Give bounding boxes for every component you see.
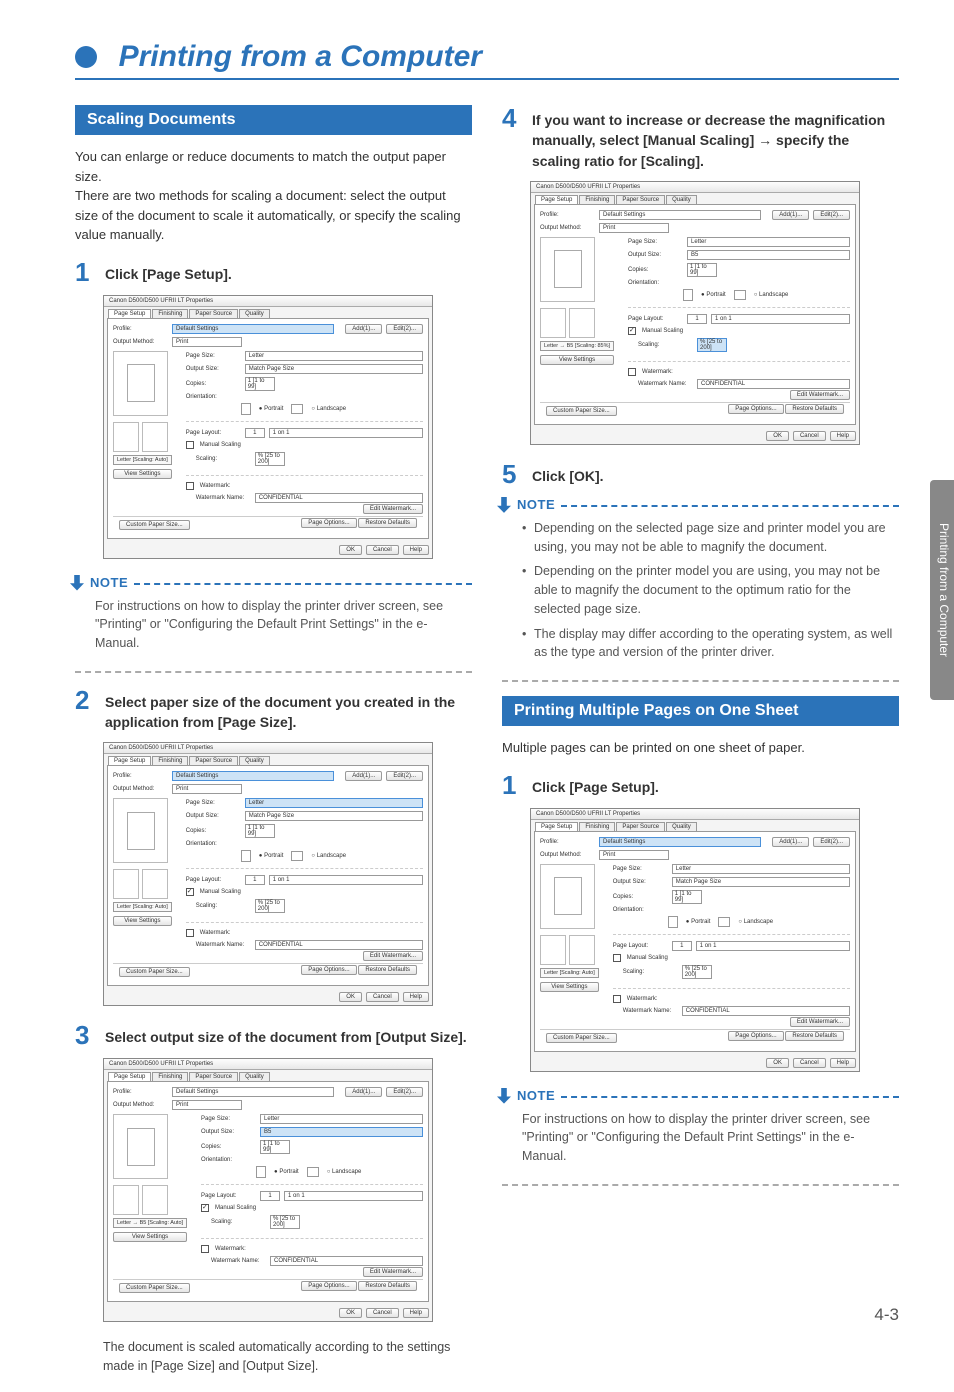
output-method-select[interactable]: Print	[172, 337, 242, 347]
manual-scaling-label: Manual Scaling	[200, 442, 241, 448]
page-preview	[113, 351, 168, 416]
note-body: For instructions on how to display the p…	[522, 1110, 894, 1166]
restore-defaults-button[interactable]: Restore Defaults	[358, 518, 417, 528]
step-number: 1	[502, 772, 522, 798]
step-5: 5 Click [OK].	[502, 461, 899, 487]
page-layout-label: Page Layout:	[186, 430, 241, 436]
ok-button[interactable]: OK	[339, 545, 362, 555]
step-2: 2 Select paper size of the document you …	[75, 687, 472, 733]
tab-page-setup[interactable]: Page Setup	[108, 309, 151, 318]
step-text: If you want to increase or decrease the …	[532, 105, 899, 171]
watermark-select[interactable]: CONFIDENTIAL	[255, 493, 423, 503]
cancel-button[interactable]: Cancel	[366, 545, 399, 555]
page-size-select-highlighted[interactable]: Letter	[245, 798, 423, 808]
page-number: 4-3	[874, 1305, 899, 1325]
note-label: NOTE	[90, 575, 128, 590]
step-number: 5	[502, 461, 522, 487]
scaling-spinner-highlighted[interactable]: % [25 to 200]	[697, 338, 727, 352]
preview-thumb	[142, 422, 168, 452]
note-bullet: Depending on the printer model you are u…	[522, 562, 894, 618]
watermark-name-label: Watermark Name:	[196, 495, 251, 501]
view-settings-button[interactable]: View Settings	[113, 469, 172, 479]
step-number: 3	[75, 1022, 95, 1048]
note-block-3: NOTE For instructions on how to display …	[502, 1088, 899, 1166]
note-body-bullets: Depending on the selected page size and …	[522, 519, 894, 662]
output-size-select-highlighted[interactable]: B5	[260, 1127, 423, 1137]
portrait-radio[interactable]: ● Portrait	[259, 406, 284, 412]
page-options-button[interactable]: Page Options...	[301, 518, 356, 528]
header-title: Printing from a Computer	[119, 40, 482, 74]
profile-label: Profile:	[113, 326, 168, 332]
watermark-checkbox[interactable]	[186, 482, 194, 490]
preview-thumb	[113, 422, 139, 452]
step-number: 1	[75, 259, 95, 285]
profile-select[interactable]: Default Settings	[172, 324, 334, 334]
copies-spinner[interactable]: 1 [1 to 99]	[245, 377, 275, 391]
scaling-status: Letter [Scaling: Auto]	[113, 455, 172, 465]
watermark-label: Watermark:	[200, 483, 231, 489]
copies-label: Copies:	[186, 381, 241, 387]
note-arrow-icon	[497, 1088, 511, 1104]
side-tab: Printing from a Computer	[930, 480, 954, 700]
note-label: NOTE	[517, 497, 555, 512]
print-dialog-4: Canon D500/D500 UFRII LT Properties Page…	[530, 181, 860, 445]
print-dialog-3: Canon D500/D500 UFRII LT Properties Page…	[103, 1058, 433, 1322]
print-dialog-5: Canon D500/D500 UFRII LT Properties Page…	[530, 808, 860, 1072]
note-bullet: Depending on the selected page size and …	[522, 519, 894, 557]
scaling-intro: You can enlarge or reduce documents to m…	[75, 147, 472, 245]
manual-scaling-checkbox[interactable]	[186, 441, 194, 449]
scaling-label: Scaling:	[196, 456, 251, 462]
tab-quality[interactable]: Quality	[239, 309, 270, 318]
landscape-icon	[291, 404, 303, 414]
manual-scaling-checkbox-checked[interactable]	[628, 327, 636, 335]
note-block-2: NOTE Depending on the selected page size…	[502, 497, 899, 662]
print-dialog-1: Canon D500/D500 UFRII LT Properties Page…	[103, 295, 433, 559]
step-number: 2	[75, 687, 95, 713]
output-method-label: Output Method:	[113, 339, 168, 345]
custom-paper-button[interactable]: Custom Paper Size...	[119, 520, 190, 530]
add-button[interactable]: Add(1)...	[345, 324, 382, 334]
step-text: Select output size of the document from …	[105, 1022, 467, 1047]
step-text: Select paper size of the document you cr…	[105, 687, 472, 733]
header-bullet-icon	[75, 46, 97, 68]
scaling-spinner[interactable]: % [25 to 200]	[255, 452, 285, 466]
landscape-radio[interactable]: ○ Landscape	[311, 406, 346, 412]
step-text: Click [OK].	[532, 461, 604, 486]
note-body: For instructions on how to display the p…	[95, 597, 467, 653]
orientation-label: Orientation:	[186, 394, 241, 400]
page-layout-select[interactable]: 1 on 1	[269, 428, 423, 438]
note-arrow-icon	[70, 575, 84, 591]
section-multi-pages-title: Printing Multiple Pages on One Sheet	[502, 696, 899, 726]
multi-pages-intro: Multiple pages can be printed on one she…	[502, 738, 899, 758]
arrow-icon: →	[758, 132, 772, 148]
step-1: 1 Click [Page Setup].	[75, 259, 472, 285]
step-1b: 1 Click [Page Setup].	[502, 772, 899, 798]
section-scaling-title: Scaling Documents	[75, 105, 472, 135]
edit-watermark-button[interactable]: Edit Watermark...	[363, 504, 423, 514]
page-size-select[interactable]: Letter	[245, 351, 423, 361]
output-size-select[interactable]: Match Page Size	[245, 364, 423, 374]
note-bullet: The display may differ according to the …	[522, 625, 894, 663]
output-size-label: Output Size:	[186, 366, 241, 372]
step-3: 3 Select output size of the document fro…	[75, 1022, 472, 1048]
header-underline	[75, 78, 899, 80]
portrait-icon	[241, 403, 251, 415]
step-text: Click [Page Setup].	[105, 259, 232, 284]
note-label: NOTE	[517, 1088, 555, 1103]
help-button[interactable]: Help	[403, 545, 429, 555]
dialog-tabs: Page Setup Finishing Paper Source Qualit…	[104, 307, 432, 318]
print-dialog-2: Canon D500/D500 UFRII LT Properties Page…	[103, 742, 433, 1006]
tab-paper-source[interactable]: Paper Source	[189, 309, 238, 318]
step3-subnote: The document is scaled automatically acc…	[103, 1338, 472, 1376]
note-block-1: NOTE For instructions on how to display …	[75, 575, 472, 653]
edit-button[interactable]: Edit(2)...	[386, 324, 423, 334]
step-text: Click [Page Setup].	[532, 772, 659, 797]
step-4: 4 If you want to increase or decrease th…	[502, 105, 899, 171]
dialog-title: Canon D500/D500 UFRII LT Properties	[104, 296, 432, 307]
page-size-label: Page Size:	[186, 353, 241, 359]
page-header: Printing from a Computer	[75, 40, 899, 80]
step-number: 4	[502, 105, 522, 131]
note-arrow-icon	[497, 497, 511, 513]
tab-finishing[interactable]: Finishing	[152, 309, 188, 318]
